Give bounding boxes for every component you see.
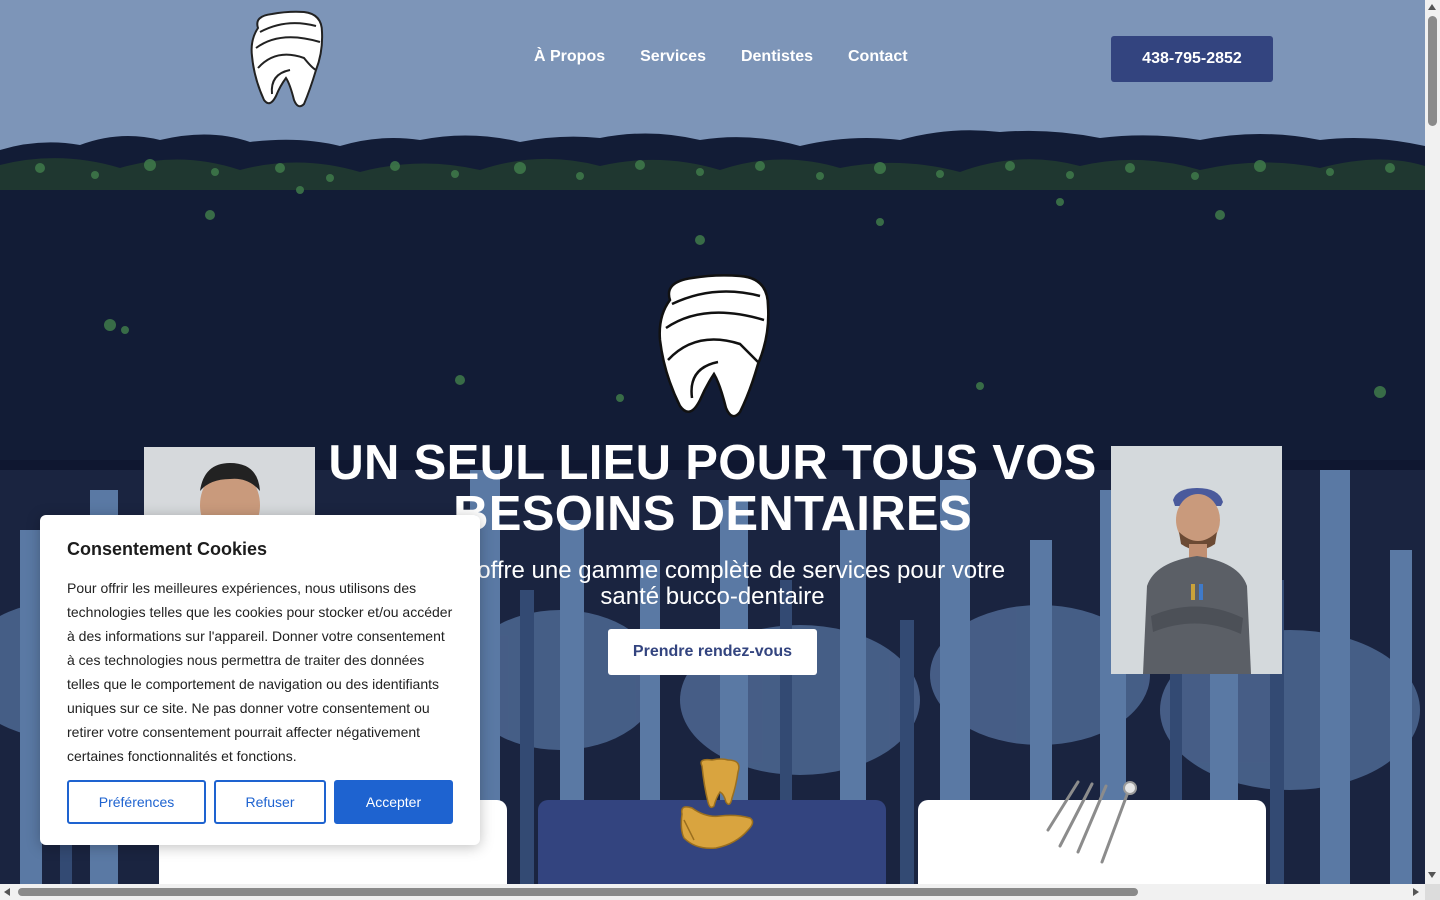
nav-link-a-propos[interactable]: À Propos	[534, 48, 605, 66]
scroll-left-arrow-icon[interactable]	[4, 888, 10, 896]
service-card-3[interactable]	[918, 780, 1266, 884]
tooth-hand-icon	[680, 758, 754, 850]
scroll-up-arrow-icon[interactable]	[1428, 4, 1436, 10]
cookie-body-text: Pour offrir les meilleures expériences, …	[67, 580, 453, 764]
cookie-preferences-button[interactable]: Préférences	[67, 780, 206, 824]
horizontal-scrollbar-thumb[interactable]	[18, 888, 1138, 896]
vertical-scrollbar[interactable]	[1425, 0, 1440, 884]
scroll-down-arrow-icon[interactable]	[1428, 872, 1436, 878]
dentist-portrait-right	[1111, 446, 1282, 674]
horizontal-scrollbar[interactable]	[0, 884, 1425, 900]
cookie-consent-dialog: Consentement Cookies Pour offrir les mei…	[40, 515, 480, 845]
cookie-actions: Préférences Refuser Accepter	[67, 780, 453, 824]
book-appointment-button[interactable]: Prendre rendez-vous	[608, 629, 817, 675]
main-nav: À Propos Services Dentistes Contact	[534, 48, 908, 66]
scroll-right-arrow-icon[interactable]	[1413, 888, 1419, 896]
scrollbar-corner	[1425, 884, 1440, 900]
hero-title-line-1: UN SEUL LIEU POUR TOUS VOS	[328, 436, 1097, 490]
nav-link-services[interactable]: Services	[640, 48, 706, 66]
vertical-scrollbar-thumb[interactable]	[1428, 16, 1437, 126]
cookie-refuse-button[interactable]: Refuser	[214, 780, 326, 824]
nav-link-dentistes[interactable]: Dentistes	[741, 48, 813, 66]
service-card-2[interactable]	[538, 758, 886, 884]
cookie-title: Consentement Cookies	[67, 539, 268, 559]
tooth-hero-icon	[658, 274, 770, 418]
cookie-accept-button[interactable]: Accepter	[334, 780, 453, 824]
dentist-photo-right	[1111, 446, 1282, 674]
phone-button[interactable]: 438-795-2852	[1111, 36, 1273, 82]
nav-link-contact[interactable]: Contact	[848, 48, 908, 66]
dental-tools-icon	[1046, 780, 1137, 864]
site-header: À Propos Services Dentistes Contact 438-…	[0, 0, 1425, 116]
page-viewport: À Propos Services Dentistes Contact 438-…	[0, 0, 1425, 884]
tooth-logo-icon[interactable]	[246, 8, 326, 110]
